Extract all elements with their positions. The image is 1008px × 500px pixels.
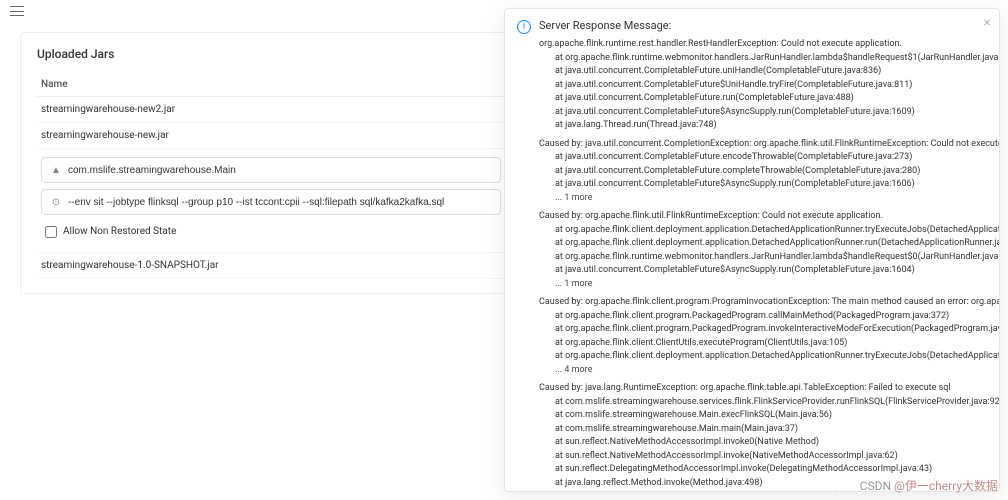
server-response-modal: × i Server Response Message: org.apache.…: [504, 8, 1000, 492]
trace-more: ... 1 more: [539, 278, 987, 292]
entry-class-input[interactable]: [68, 165, 492, 176]
trace-at: at java.util.concurrent.CompletableFutur…: [539, 106, 987, 120]
trace-at: at java.util.concurrent.CompletableFutur…: [539, 79, 987, 93]
menu-toggle-icon[interactable]: [10, 6, 24, 16]
trace-caused: Caused by: java.util.concurrent.Completi…: [539, 138, 987, 152]
allow-non-restored-label: Allow Non Restored State: [63, 226, 176, 237]
trace-at: at java.lang.Thread.run(Thread.java:748): [539, 119, 987, 133]
modal-body: org.apache.flink.runtime.rest.handler.Re…: [505, 34, 999, 492]
trace-at: at sun.reflect.NativeMethodAccessorImpl.…: [539, 436, 987, 450]
info-icon: i: [517, 20, 531, 34]
trace-more: ... 1 more: [539, 192, 987, 206]
close-icon[interactable]: ×: [984, 15, 991, 31]
entry-class-field[interactable]: ▲: [41, 157, 501, 183]
trace-caused: Caused by: java.lang.RuntimeException: o…: [539, 382, 987, 396]
allow-non-restored-checkbox[interactable]: [45, 226, 57, 238]
trace-at: at com.mslife.streamingwarehouse.Main.ma…: [539, 423, 987, 437]
trace-at: at org.apache.flink.client.program.Packa…: [539, 323, 987, 337]
modal-title: Server Response Message:: [539, 19, 671, 32]
trace-caused: Caused by: org.apache.flink.util.FlinkRu…: [539, 210, 987, 224]
trace-at: at org.apache.flink.client.ClientUtils.e…: [539, 337, 987, 351]
trace-head: org.apache.flink.runtime.rest.handler.Re…: [539, 38, 987, 52]
args-icon: ⊙: [50, 197, 62, 208]
trace-at: at com.mslife.streamingwarehouse.service…: [539, 396, 987, 410]
trace-at: at org.apache.flink.client.deployment.ap…: [539, 224, 987, 238]
trace-at: at java.util.concurrent.CompletableFutur…: [539, 65, 987, 79]
args-field[interactable]: ⊙: [41, 189, 501, 215]
args-input[interactable]: [68, 197, 492, 208]
trace-at: at sun.reflect.NativeMethodAccessorImpl.…: [539, 450, 987, 464]
watermark: CSDN @伊一cherry大数据: [860, 477, 998, 494]
trace-caused: Caused by: org.apache.flink.client.progr…: [539, 296, 987, 310]
trace-at: at sun.reflect.DelegatingMethodAccessorI…: [539, 463, 987, 477]
trace-at: at java.util.concurrent.CompletableFutur…: [539, 165, 987, 179]
trace-at: at java.util.concurrent.CompletableFutur…: [539, 264, 987, 278]
trace-at: at java.util.concurrent.CompletableFutur…: [539, 151, 987, 165]
trace-at: at org.apache.flink.runtime.webmonitor.h…: [539, 52, 987, 66]
trace-at: at java.util.concurrent.CompletableFutur…: [539, 92, 987, 106]
trace-at: at org.apache.flink.client.program.Packa…: [539, 310, 987, 324]
trace-at: at org.apache.flink.runtime.webmonitor.h…: [539, 251, 987, 265]
trace-more: ... 4 more: [539, 364, 987, 378]
entry-class-icon: ▲: [50, 165, 62, 176]
trace-at: at org.apache.flink.client.deployment.ap…: [539, 237, 987, 251]
trace-at: at java.util.concurrent.CompletableFutur…: [539, 178, 987, 192]
trace-at: at org.apache.flink.client.deployment.ap…: [539, 350, 987, 364]
trace-at: at com.mslife.streamingwarehouse.Main.ex…: [539, 409, 987, 423]
